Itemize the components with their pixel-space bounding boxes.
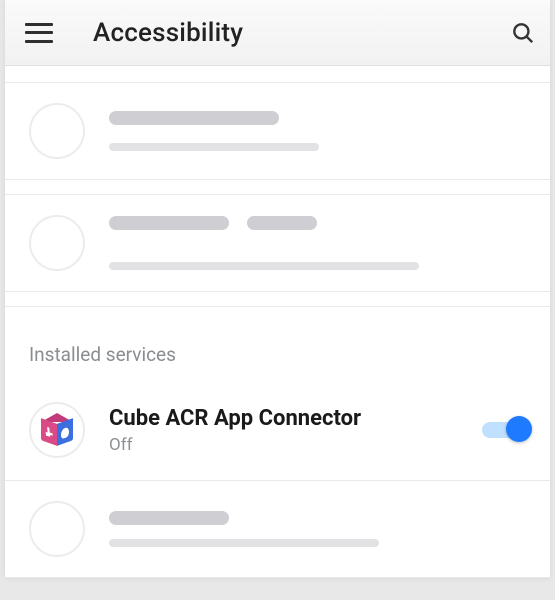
item-icon-placeholder — [29, 501, 85, 557]
item-text-placeholder — [109, 111, 526, 151]
service-name: Cube ACR App Connector — [109, 406, 482, 431]
list-item[interactable] — [5, 82, 550, 180]
list-item[interactable] — [5, 481, 550, 578]
app-bar: Accessibility — [5, 0, 550, 66]
item-text-placeholder — [109, 216, 526, 270]
cube-acr-icon — [29, 402, 85, 458]
accessibility-settings-screen: Accessibility — [5, 0, 550, 578]
page-title: Accessibility — [93, 18, 243, 48]
settings-list: Installed services Cube ACR App Connecto… — [5, 82, 550, 578]
item-icon-placeholder — [29, 215, 85, 271]
menu-icon[interactable] — [25, 23, 53, 43]
section-header-installed: Installed services — [5, 306, 550, 380]
item-text-placeholder — [109, 511, 526, 547]
list-item[interactable] — [5, 194, 550, 292]
search-icon[interactable] — [510, 20, 536, 46]
service-status: Off — [109, 435, 482, 455]
spacer — [5, 66, 550, 82]
item-icon-placeholder — [29, 103, 85, 159]
service-toggle[interactable] — [482, 416, 532, 444]
service-item-cube-acr[interactable]: Cube ACR App Connector Off — [5, 380, 550, 480]
